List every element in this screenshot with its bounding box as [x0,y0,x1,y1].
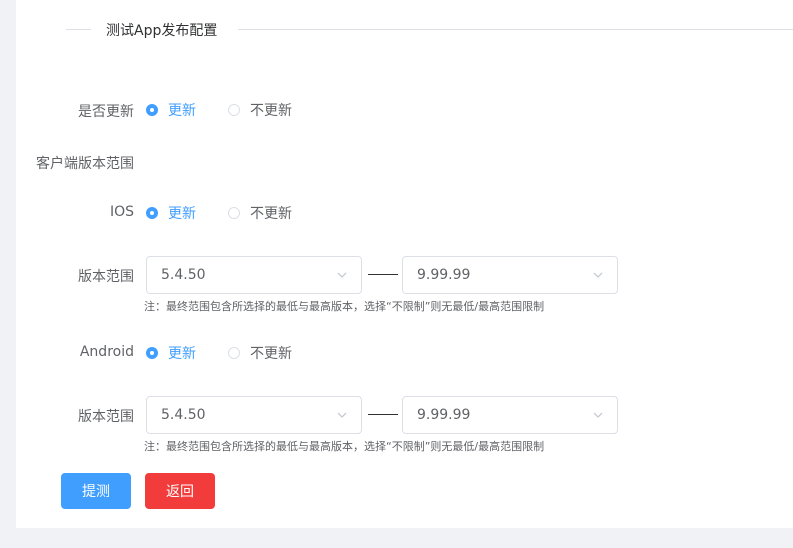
range-separator [368,414,398,415]
submit-test-button[interactable]: 提测 [61,473,131,509]
android-max-version-select[interactable]: 9.99.99 [402,396,618,434]
radio-checked-icon [146,207,158,219]
ios-radio-yes[interactable]: 更新 [146,203,196,223]
chevron-down-icon [337,412,347,418]
ios-radio-no[interactable]: 不更新 [228,203,292,223]
radio-unchecked-icon [228,347,240,359]
client-range-label: 客户端版本范围 [36,156,134,172]
section-divider: 测试App发布配置 [66,18,793,42]
ios-max-version-select[interactable]: 9.99.99 [402,256,618,294]
android-radio-yes[interactable]: 更新 [146,343,196,363]
divider-line-right [238,29,793,30]
android-radio-no[interactable]: 不更新 [228,343,292,363]
android-version-label: 版本范围 [78,409,134,425]
ios-version-note: 注：最终范围包含所选择的最低与最高版本，选择“不限制”则无最低/最高范围限制 [144,300,545,313]
config-card: 测试App发布配置 是否更新 更新 不更新 客户端版本范围 IOS 更新 不更新… [16,0,793,528]
range-separator [368,274,398,275]
ios-version-label: 版本范围 [78,269,134,285]
android-label: Android [79,344,134,360]
update-radio-yes[interactable]: 更新 [146,100,196,120]
radio-unchecked-icon [228,207,240,219]
update-radio-no[interactable]: 不更新 [228,100,292,120]
radio-checked-icon [146,347,158,359]
ios-min-version-select[interactable]: 5.4.50 [146,256,362,294]
section-title: 测试App发布配置 [106,23,218,39]
ios-label: IOS [109,204,134,220]
chevron-down-icon [337,272,347,278]
android-version-note: 注：最终范围包含所选择的最低与最高版本，选择“不限制”则无最低/最高范围限制 [144,440,545,453]
radio-unchecked-icon [228,104,240,116]
chevron-down-icon [593,412,603,418]
radio-checked-icon [146,104,158,116]
update-label: 是否更新 [78,104,134,120]
android-min-version-select[interactable]: 5.4.50 [146,396,362,434]
back-button[interactable]: 返回 [145,473,215,509]
divider-line-left [66,29,91,30]
chevron-down-icon [593,272,603,278]
